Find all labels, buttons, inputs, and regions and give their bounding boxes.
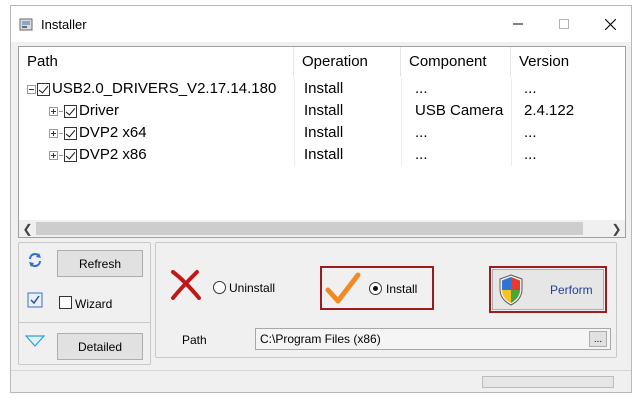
minimize-icon	[513, 23, 523, 25]
status-bar	[11, 370, 631, 392]
column-headers: Path Operation Component Version	[19, 47, 625, 77]
red-x-icon	[171, 270, 201, 300]
column-header-component[interactable]: Component	[401, 47, 511, 77]
orange-check-icon	[325, 272, 361, 304]
tree-row-root[interactable]: USB2.0_DRIVERS_V2.17.14.180 Install ... …	[19, 78, 625, 100]
window-title: Installer	[41, 17, 87, 32]
row-path: USB2.0_DRIVERS_V2.17.14.180	[52, 80, 277, 97]
component-tree[interactable]: Path Operation Component Version USB2.0_…	[18, 46, 626, 238]
column-header-path[interactable]: Path	[19, 47, 294, 77]
detailed-button[interactable]: Detailed	[57, 333, 143, 360]
install-radio[interactable]	[369, 282, 382, 295]
uninstall-label: Uninstall	[229, 281, 276, 295]
maximize-icon	[559, 19, 569, 29]
progress-bar	[482, 376, 614, 388]
wizard-checkbox[interactable]	[59, 296, 72, 309]
row-path: Driver	[79, 102, 119, 119]
column-header-operation[interactable]: Operation	[294, 47, 401, 77]
uninstall-radio[interactable]	[213, 281, 226, 294]
refresh-button[interactable]: Refresh	[57, 250, 143, 277]
horizontal-scrollbar[interactable]: ❮ ❯	[19, 220, 625, 237]
expand-icon[interactable]	[49, 106, 58, 116]
wizard-label: Wizard	[75, 297, 113, 311]
row-component: USB Camera	[415, 102, 504, 119]
checkbox-icon	[27, 292, 43, 308]
row-version: 2.4.122	[524, 102, 575, 119]
row-operation: Install	[304, 102, 344, 119]
maximize-button[interactable]	[541, 6, 587, 42]
row-checkbox[interactable]	[64, 126, 77, 140]
install-label: Install	[386, 282, 418, 296]
perform-label: Perform	[550, 282, 593, 297]
path-label: Path	[182, 333, 207, 347]
installer-window: Installer Path Operation Component Versi…	[10, 5, 632, 393]
install-path-field[interactable]: C:\Program Files (x86)	[255, 328, 611, 350]
row-operation: Install	[304, 146, 344, 163]
expand-icon[interactable]	[49, 128, 58, 138]
row-component: ...	[415, 146, 428, 163]
close-icon	[604, 18, 616, 30]
row-operation: Install	[304, 80, 344, 97]
browse-button[interactable]: ...	[589, 331, 607, 347]
column-header-version[interactable]: Version	[511, 47, 627, 77]
title-bar: Installer	[11, 6, 631, 42]
tree-row-dvp2-x64[interactable]: DVP2 x64 Install ... ...	[19, 122, 625, 144]
row-checkbox[interactable]	[64, 104, 77, 118]
minimize-button[interactable]	[495, 6, 541, 42]
row-path: DVP2 x86	[79, 146, 147, 163]
scroll-left-icon[interactable]: ❮	[19, 220, 36, 237]
triangle-down-icon	[25, 335, 45, 347]
row-version: ...	[524, 146, 537, 163]
row-component: ...	[415, 124, 428, 141]
scroll-thumb[interactable]	[36, 222, 583, 235]
close-button[interactable]	[587, 6, 633, 42]
row-version: ...	[524, 124, 537, 141]
refresh-arrows-icon	[29, 253, 41, 267]
expand-icon[interactable]	[49, 150, 58, 160]
collapse-icon[interactable]	[27, 84, 36, 94]
row-version: ...	[524, 80, 537, 97]
tree-row-dvp2-x86[interactable]: DVP2 x86 Install ... ...	[19, 144, 625, 166]
uac-shield-icon	[499, 273, 523, 306]
row-path: DVP2 x64	[79, 124, 147, 141]
row-operation: Install	[304, 124, 344, 141]
scroll-right-icon[interactable]: ❯	[608, 220, 625, 237]
row-checkbox[interactable]	[64, 148, 77, 162]
row-component: ...	[415, 80, 428, 97]
tree-row-driver[interactable]: Driver Install USB Camera 2.4.122	[19, 100, 625, 122]
perform-button[interactable]: Perform	[492, 269, 604, 310]
row-checkbox[interactable]	[37, 82, 50, 96]
installer-icon	[19, 18, 33, 31]
